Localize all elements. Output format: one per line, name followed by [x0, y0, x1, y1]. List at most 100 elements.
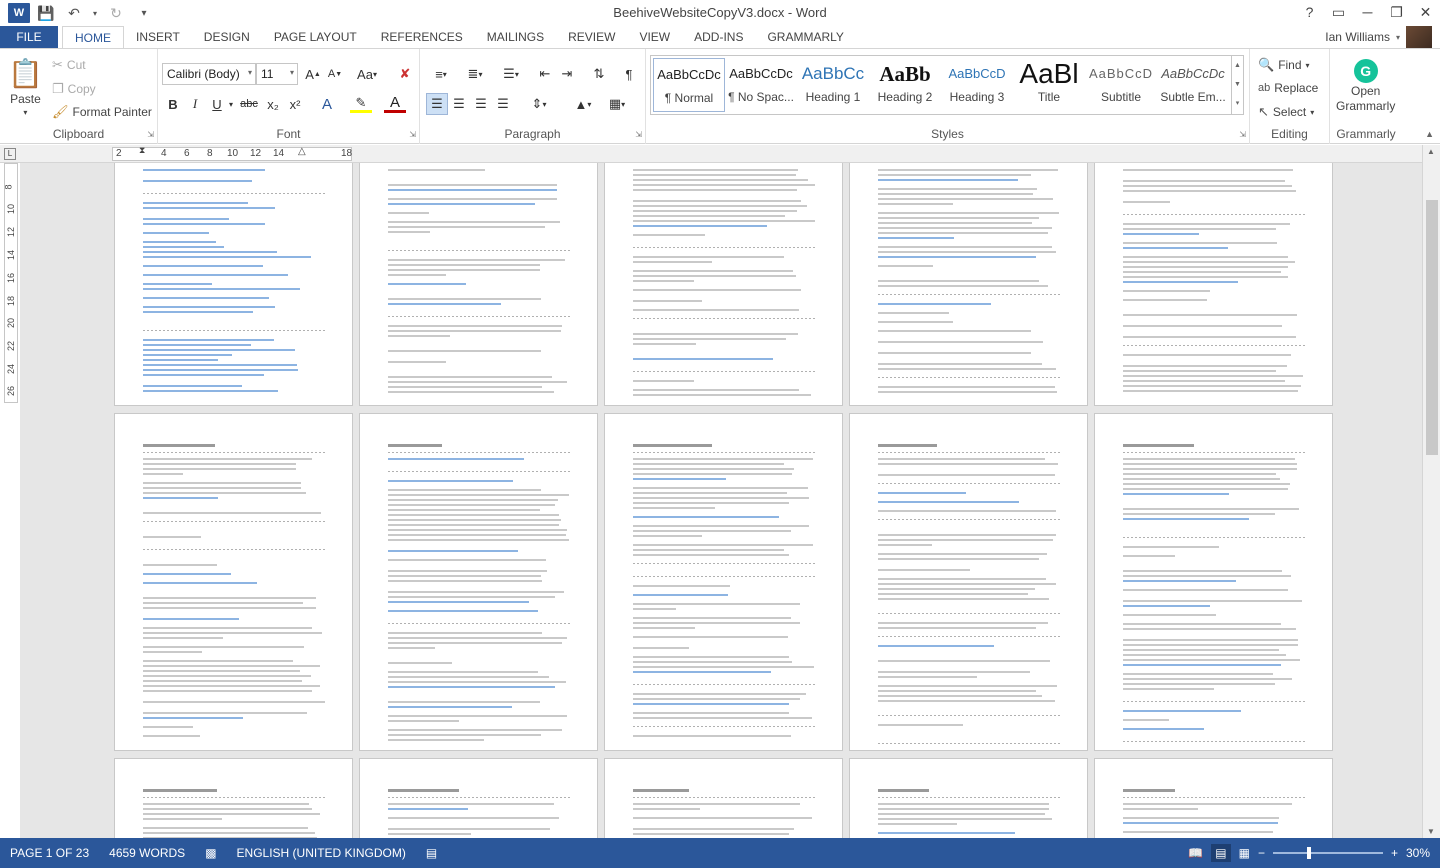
- document-page[interactable]: [1094, 163, 1333, 406]
- find-button[interactable]: 🔍 Find ▾: [1258, 57, 1310, 73]
- document-page[interactable]: [359, 413, 598, 751]
- tab-design[interactable]: DESIGN: [192, 26, 262, 48]
- user-name[interactable]: Ian Williams: [1325, 30, 1390, 44]
- superscript-button[interactable]: x²: [284, 93, 306, 115]
- document-page[interactable]: [604, 413, 843, 751]
- borders-icon[interactable]: ▦ ▾: [602, 93, 632, 115]
- shrink-font-button[interactable]: A ▼: [324, 63, 346, 85]
- tab-page-layout[interactable]: PAGE LAYOUT: [262, 26, 369, 48]
- replace-button[interactable]: ab Replace: [1258, 81, 1318, 95]
- save-icon[interactable]: 💾: [34, 2, 58, 24]
- grow-font-button[interactable]: A ▲: [302, 63, 324, 85]
- format-painter-button[interactable]: 🖌 Format Painter: [52, 104, 152, 120]
- paste-button[interactable]: 📋 Paste ▾: [8, 57, 43, 117]
- restore-button[interactable]: ❐: [1382, 0, 1411, 24]
- minimize-button[interactable]: ─: [1353, 0, 1382, 24]
- web-layout-icon[interactable]: ▦: [1239, 846, 1250, 860]
- close-button[interactable]: ✕: [1411, 0, 1440, 24]
- style-heading-3[interactable]: AaBbCcD Heading 3: [941, 58, 1013, 112]
- tab-add-ins[interactable]: ADD-INS: [682, 26, 755, 48]
- dialog-launcher-icon[interactable]: ⇲: [147, 130, 154, 139]
- highlight-icon[interactable]: ✎: [350, 95, 372, 113]
- scroll-down-icon[interactable]: ▼: [1427, 827, 1435, 836]
- italic-button[interactable]: I: [184, 93, 206, 115]
- document-page[interactable]: [1094, 413, 1333, 751]
- collapse-ribbon-icon[interactable]: ▲: [1425, 129, 1434, 139]
- more-styles-icon[interactable]: ▾: [1232, 94, 1243, 113]
- print-layout-icon[interactable]: ▤: [1211, 844, 1231, 862]
- line-spacing-icon[interactable]: ⇕ ▾: [524, 93, 554, 115]
- zoom-out-icon[interactable]: −: [1258, 846, 1265, 860]
- font-color-button[interactable]: A: [384, 94, 406, 113]
- clear-formatting-icon[interactable]: ✘: [394, 63, 416, 85]
- tab-home[interactable]: HOME: [62, 26, 124, 49]
- shading-icon[interactable]: ▲ ▾: [568, 93, 598, 115]
- ribbon-display-button[interactable]: ▭: [1324, 0, 1353, 24]
- indent-marker-icon[interactable]: ⧗: [139, 145, 145, 156]
- numbering-icon[interactable]: ≣ ▾: [460, 63, 490, 85]
- redo-icon[interactable]: ↻: [104, 2, 128, 24]
- macro-icon[interactable]: ▤: [416, 846, 447, 860]
- style-heading-1[interactable]: AaBbCc Heading 1: [797, 58, 869, 112]
- pilcrow-icon[interactable]: ¶: [618, 63, 640, 85]
- tab-mailings[interactable]: MAILINGS: [475, 26, 556, 48]
- style-title[interactable]: AaBl Title: [1013, 58, 1085, 112]
- strikethrough-button[interactable]: abc: [238, 93, 260, 115]
- copy-button[interactable]: ❐ Copy: [52, 81, 96, 97]
- align-right-icon[interactable]: ☰: [470, 93, 492, 115]
- tab-view[interactable]: VIEW: [627, 26, 682, 48]
- tab-references[interactable]: REFERENCES: [369, 26, 475, 48]
- open-grammarly-button[interactable]: G Open Grammarly: [1336, 59, 1395, 113]
- right-indent-marker-icon[interactable]: △: [298, 146, 306, 157]
- justify-icon[interactable]: ☰: [492, 93, 514, 115]
- align-left-icon[interactable]: ☰: [426, 93, 448, 115]
- language-indicator[interactable]: ENGLISH (UNITED KINGDOM): [227, 846, 416, 860]
- document-page[interactable]: [114, 413, 353, 751]
- document-page[interactable]: [359, 758, 598, 838]
- document-page[interactable]: [849, 163, 1088, 406]
- tab-insert[interactable]: INSERT: [124, 26, 192, 48]
- zoom-slider-knob[interactable]: [1306, 847, 1311, 859]
- change-case-button[interactable]: Aa ▾: [352, 63, 382, 85]
- word-count[interactable]: 4659 WORDS: [99, 846, 195, 860]
- decrease-indent-icon[interactable]: ⇤: [534, 63, 556, 85]
- dialog-launcher-icon[interactable]: ⇲: [635, 130, 642, 139]
- read-mode-icon[interactable]: 📖: [1188, 846, 1203, 860]
- document-page[interactable]: [604, 758, 843, 838]
- document-page[interactable]: [849, 758, 1088, 838]
- font-family-select[interactable]: Calibri (Body) ▾: [162, 63, 256, 85]
- scroll-up-icon[interactable]: ▲: [1427, 147, 1435, 156]
- zoom-in-icon[interactable]: +: [1391, 846, 1398, 860]
- subscript-button[interactable]: x₂: [262, 93, 284, 115]
- scroll-up-icon[interactable]: ▲: [1232, 56, 1243, 75]
- select-button[interactable]: ↖ Select ▾: [1258, 104, 1314, 120]
- vertical-scrollbar[interactable]: ▲ ▼: [1422, 145, 1440, 838]
- text-effects-button[interactable]: A: [316, 93, 338, 115]
- document-page[interactable]: [604, 163, 843, 406]
- font-size-select[interactable]: 11 ▾: [256, 63, 298, 85]
- bold-button[interactable]: B: [162, 93, 184, 115]
- help-button[interactable]: ?: [1295, 0, 1324, 24]
- page-indicator[interactable]: PAGE 1 OF 23: [0, 846, 99, 860]
- cut-button[interactable]: ✂ Cut: [52, 57, 86, 73]
- bullets-icon[interactable]: ≡ ▾: [426, 63, 456, 85]
- document-page[interactable]: [849, 413, 1088, 751]
- document-page[interactable]: [1094, 758, 1333, 838]
- align-center-icon[interactable]: ☰: [448, 93, 470, 115]
- style-no-spacing[interactable]: AaBbCcDc ¶ No Spac...: [725, 58, 797, 112]
- style-normal[interactable]: AaBbCcDc ¶ Normal: [653, 58, 725, 112]
- style-heading-2[interactable]: AaBb Heading 2: [869, 58, 941, 112]
- customize-qat-icon[interactable]: ▾: [132, 2, 156, 24]
- tab-review[interactable]: REVIEW: [556, 26, 627, 48]
- style-subtle-emphasis[interactable]: AaBbCcDc Subtle Em...: [1157, 58, 1229, 112]
- document-canvas[interactable]: [20, 163, 1422, 838]
- user-account[interactable]: Ian Williams ▾: [1325, 26, 1432, 50]
- scroll-down-icon[interactable]: ▼: [1232, 75, 1243, 94]
- zoom-level[interactable]: 30%: [1406, 846, 1430, 860]
- document-page[interactable]: [359, 163, 598, 406]
- dialog-launcher-icon[interactable]: ⇲: [409, 130, 416, 139]
- style-subtitle[interactable]: AaBbCcD Subtitle: [1085, 58, 1157, 112]
- zoom-slider[interactable]: [1272, 847, 1383, 859]
- increase-indent-icon[interactable]: ⇥: [556, 63, 578, 85]
- ruler-scale[interactable]: 2 ⧗ 4 6 8 10 12 14 △ 18: [112, 145, 352, 161]
